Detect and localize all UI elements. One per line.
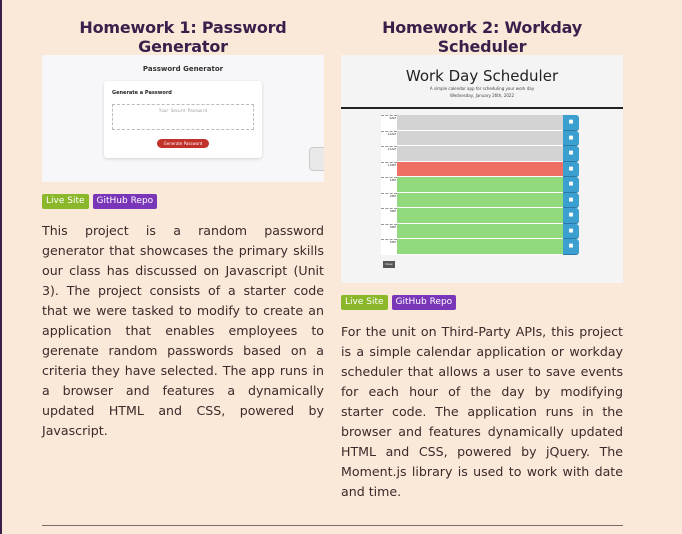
- preview-event-slot: [397, 161, 563, 177]
- github-repo-button[interactable]: GitHub Repo: [391, 295, 457, 310]
- preview-time-block: 11AM ■: [381, 146, 581, 162]
- preview-password-textarea: Your Secure Password: [112, 104, 254, 130]
- preview-hour-label: 12PM: [381, 161, 397, 177]
- preview-app-title: Password Generator: [142, 65, 224, 73]
- project-description: For the unit on Third-Party APIs, this p…: [341, 324, 623, 499]
- section-divider: [42, 525, 623, 526]
- live-site-button[interactable]: Live Site: [341, 295, 388, 310]
- save-icon: ■: [563, 161, 579, 177]
- preview-hour-label: 9AM: [381, 115, 397, 131]
- preview-event-slot: [397, 146, 563, 162]
- preview-time-block: 2PM ■: [381, 192, 581, 208]
- workday-scheduler-screenshot: Work Day Scheduler A simple calendar app…: [341, 55, 623, 283]
- save-icon: ■: [563, 192, 579, 208]
- preview-hour-label: 1PM: [381, 177, 397, 193]
- preview-time-block: 1PM ■: [381, 177, 581, 193]
- preview-clear-button: Clear: [383, 261, 395, 268]
- preview-side-widget: [309, 147, 324, 171]
- preview-hour-label: 10AM: [381, 130, 397, 146]
- preview-event-slot: [397, 177, 563, 193]
- preview-generate-button: Generate Password: [157, 139, 209, 148]
- preview-time-block: 5PM ■: [381, 239, 581, 255]
- preview-event-slot: [397, 208, 563, 224]
- project-links: Live Site GitHub Repo: [341, 295, 457, 310]
- preview-time-block: 12PM ■: [381, 161, 581, 177]
- preview-event-slot: [397, 192, 563, 208]
- save-icon: ■: [563, 115, 579, 131]
- save-icon: ■: [563, 239, 579, 255]
- preview-subtitle: A simple calendar app for scheduling you…: [429, 86, 535, 91]
- preview-hour-label: 5PM: [381, 239, 397, 255]
- preview-event-slot: [397, 223, 563, 239]
- preview-time-block: 9AM ■: [381, 115, 581, 131]
- preview-hour-label: 3PM: [381, 208, 397, 224]
- preview-card: Generate a Password Your Secure Password…: [104, 81, 262, 158]
- live-site-button[interactable]: Live Site: [42, 194, 89, 209]
- save-icon: ■: [563, 146, 579, 162]
- preview-event-slot: [397, 115, 563, 131]
- project-links: Live Site GitHub Repo: [42, 194, 158, 209]
- preview-time-blocks: 9AM ■ 10AM ■ 11AM ■ 12PM ■ 1PM ■ 2PM ■ 3PM ■ 4PM ■ 5PM ■: [381, 115, 581, 255]
- preview-time-block: 3PM ■: [381, 208, 581, 224]
- project-title: Homework 2: Workday Scheduler: [382, 18, 582, 56]
- preview-card-heading: Generate a Password: [112, 90, 172, 96]
- preview-event-slot: [397, 239, 563, 255]
- github-repo-button[interactable]: GitHub Repo: [92, 194, 158, 209]
- preview-divider: [341, 107, 623, 109]
- preview-time-block: 10AM ■: [381, 130, 581, 146]
- project-description: This project is a random password genera…: [42, 223, 324, 438]
- preview-app-title: Work Day Scheduler: [405, 67, 559, 85]
- preview-date: Wednesday, January 26th, 2022: [449, 93, 515, 98]
- save-icon: ■: [563, 223, 579, 239]
- save-icon: ■: [563, 208, 579, 224]
- preview-time-block: 4PM ■: [381, 223, 581, 239]
- preview-hour-label: 4PM: [381, 223, 397, 239]
- preview-hour-label: 11AM: [381, 146, 397, 162]
- project-title: Homework 1: Password Generator: [79, 18, 287, 56]
- save-icon: ■: [563, 177, 579, 193]
- save-icon: ■: [563, 130, 579, 146]
- password-generator-screenshot: Password Generator Generate a Password Y…: [42, 55, 324, 182]
- preview-hour-label: 2PM: [381, 192, 397, 208]
- preview-event-slot: [397, 130, 563, 146]
